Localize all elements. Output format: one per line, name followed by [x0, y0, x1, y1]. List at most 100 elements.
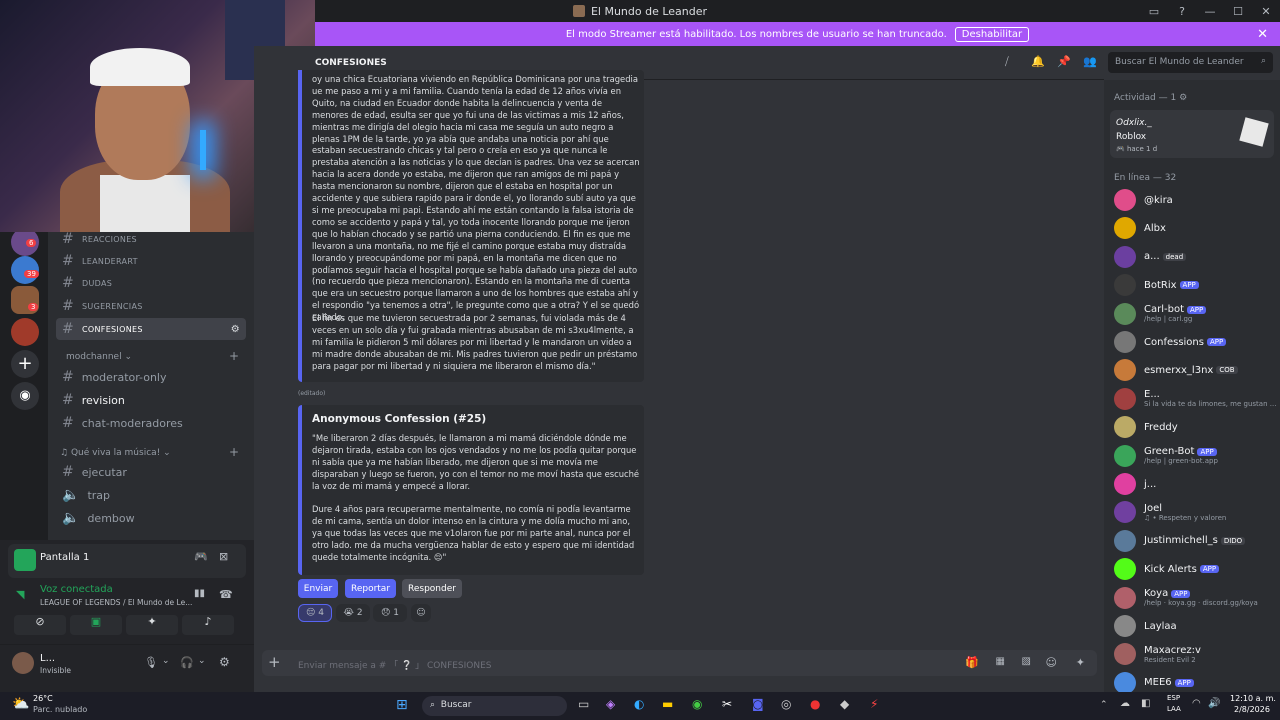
member-item[interactable]: Laylaa — [1114, 613, 1278, 639]
wifi-icon[interactable]: ◠ — [1192, 698, 1201, 709]
server-icon[interactable] — [11, 318, 39, 346]
send-button[interactable]: Enviar — [298, 579, 338, 598]
add-server-icon[interactable]: + — [11, 350, 39, 378]
task-view-icon[interactable]: ▭ — [578, 697, 589, 711]
member-item[interactable]: Confessions APP — [1114, 329, 1278, 355]
members-icon[interactable]: 👥 — [1083, 55, 1097, 68]
member-item[interactable]: Green-Bot APP/help | green-bot.app — [1114, 443, 1278, 469]
member-item[interactable]: a... dead — [1114, 244, 1278, 270]
settings-icon[interactable]: ⚙ — [219, 655, 230, 669]
inbox-icon[interactable]: ▭ — [1140, 5, 1168, 18]
member-item[interactable]: Albx — [1114, 215, 1278, 241]
member-item[interactable]: Koya APP/help · koya.gg · discord.gg/koya — [1114, 585, 1278, 611]
windows-start-icon[interactable]: ⊞ — [396, 697, 408, 713]
disable-button[interactable]: Deshabilitar — [954, 26, 1030, 42]
chevron-down-icon[interactable]: ⌄ — [198, 656, 206, 666]
channel-ejecutar[interactable]: # ejecutar — [56, 461, 246, 483]
soundboard-button[interactable]: ♪ — [182, 615, 234, 635]
member-item[interactable]: esmerxx_l3nx COB — [1114, 357, 1278, 383]
taskbar-search[interactable]: ⌕ Buscar — [422, 696, 567, 716]
member-item[interactable]: Joel ♫ • Respeten y valoren — [1114, 499, 1278, 525]
report-button[interactable]: Reportar — [345, 579, 396, 598]
search-input[interactable]: Buscar El Mundo de Leander ⌕ — [1108, 52, 1273, 73]
folder-icon[interactable]: ▬ — [662, 697, 673, 711]
chevron-up-icon[interactable]: ⌃ — [1100, 700, 1108, 710]
channel-moderator-only[interactable]: # moderator-only — [56, 366, 246, 388]
capcut-icon[interactable]: ✂ — [722, 697, 732, 711]
activity-card[interactable]: Odxlix._ Roblox 🎮 hace 1 d — [1110, 110, 1274, 158]
clock-time[interactable]: 12:10 a. m. — [1230, 694, 1276, 703]
reaction-crying[interactable]: 😭 2 — [336, 604, 370, 622]
channel-dudas[interactable]: # DUDAS — [56, 272, 246, 294]
obs-icon[interactable]: ◎ — [781, 697, 791, 711]
reaction-pensive[interactable]: 😔 4 — [298, 604, 332, 622]
microphone-icon[interactable]: 🎙 — [144, 656, 158, 669]
channel-leanderart[interactable]: # LEANDERART — [56, 250, 246, 272]
stop-share-icon[interactable]: ⊠ — [219, 550, 228, 563]
gamepad-icon[interactable]: 🎮 — [194, 550, 208, 563]
add-channel-icon[interactable]: + — [229, 349, 239, 363]
gif-icon[interactable]: ▦ — [996, 656, 1005, 667]
chrome-icon[interactable]: ◉ — [692, 697, 702, 711]
tray-icon[interactable]: ☁ — [1120, 698, 1130, 709]
headphones-icon[interactable]: 🎧 — [180, 656, 194, 669]
channel-revision[interactable]: # revision — [56, 389, 246, 411]
reply-button[interactable]: Responder — [402, 579, 462, 598]
reaction-disappointed[interactable]: 😞 1 — [373, 604, 407, 622]
sticker-icon[interactable]: ▧ — [1022, 656, 1031, 667]
settings-icon[interactable]: ⚙ — [231, 324, 240, 335]
channel-sugerencias[interactable]: # SUGERENCIAS — [56, 295, 246, 317]
channel-chat-moderadores[interactable]: # chat-moderadores — [56, 412, 246, 434]
close-icon[interactable]: ✕ — [1252, 5, 1280, 18]
channel-dembow[interactable]: 🔈 dembow — [56, 507, 246, 529]
discord-icon[interactable]: ◙ — [752, 697, 764, 711]
channel-trap[interactable]: 🔈 trap — [56, 484, 246, 506]
threads-icon[interactable]: ⧸ — [1005, 55, 1009, 69]
activities-button[interactable]: ✦ — [126, 615, 178, 635]
emoji-icon[interactable]: ☺ — [1046, 656, 1057, 669]
apps-icon[interactable]: ✦ — [1076, 656, 1085, 669]
edge-icon[interactable]: ◐ — [634, 697, 644, 711]
disconnect-icon[interactable]: ☎ — [219, 588, 233, 601]
message-input[interactable]: Enviar mensaje a # 「 ❔ 」 CONFESIONES — [298, 658, 492, 671]
member-item[interactable]: Maxacrez:v Resident Evil 2 — [1114, 641, 1278, 667]
minimize-icon[interactable]: — — [1196, 5, 1224, 18]
add-channel-icon[interactable]: + — [229, 445, 239, 459]
screen-share-button[interactable]: ▣ — [70, 615, 122, 635]
member-item[interactable]: Justinmichell_s DIDO — [1114, 528, 1278, 554]
noise-icon[interactable]: ▮▮ — [194, 588, 205, 599]
category-modchannel[interactable]: modchannel ⌄ — [66, 352, 132, 362]
maximize-icon[interactable]: ☐ — [1224, 5, 1252, 18]
member-item[interactable]: j... — [1114, 471, 1278, 497]
help-icon[interactable]: ? — [1168, 5, 1196, 18]
member-item[interactable]: Freddy — [1114, 414, 1278, 440]
member-item[interactable]: @kira — [1114, 187, 1278, 213]
app-icon[interactable]: ◆ — [840, 697, 849, 711]
member-item[interactable]: Carl-bot APP/help | carl.gg — [1114, 301, 1278, 327]
add-reaction-icon[interactable]: ☺ — [411, 604, 431, 622]
copilot-icon[interactable]: ◈ — [606, 697, 615, 711]
camera-off-button[interactable]: ⊘ — [14, 615, 66, 635]
member-item[interactable]: Kick Alerts APP — [1114, 556, 1278, 582]
language-code[interactable]: ESP — [1167, 694, 1180, 702]
pin-icon[interactable]: 📌 — [1057, 55, 1071, 68]
bell-icon[interactable]: 🔔 — [1031, 55, 1045, 68]
member-item[interactable]: E... Si la vida te da limones, me gustan … — [1114, 386, 1278, 412]
chevron-down-icon[interactable]: ⌄ — [162, 656, 170, 666]
add-attachment-icon[interactable]: + — [268, 653, 281, 671]
tray-icon[interactable]: ◧ — [1141, 698, 1150, 709]
gift-icon[interactable]: 🎁 — [965, 656, 979, 669]
app-icon[interactable]: ⚡ — [870, 697, 878, 711]
volume-icon[interactable]: 🔊 — [1208, 698, 1220, 709]
message-composer[interactable]: + Enviar mensaje a # 「 ❔ 」 CONFESIONES 🎁… — [262, 650, 1097, 676]
member-item[interactable]: BotRix APP — [1114, 272, 1278, 298]
clock-date[interactable]: 2/8/2026 — [1234, 705, 1270, 714]
keyboard-layout[interactable]: LAA — [1167, 705, 1181, 713]
app-icon[interactable]: ● — [810, 697, 820, 711]
explore-icon[interactable]: ◉ — [11, 382, 39, 410]
close-icon[interactable]: ✕ — [1257, 27, 1268, 42]
avatar[interactable] — [12, 652, 34, 674]
voice-location[interactable]: LEAGUE OF LEGENDS / El Mundo de Le... — [40, 598, 192, 607]
channel-confesiones[interactable]: # CONFESIONES ⚙ — [56, 318, 246, 340]
category-music[interactable]: ♫ Qué viva la música! ⌄ — [60, 448, 171, 458]
